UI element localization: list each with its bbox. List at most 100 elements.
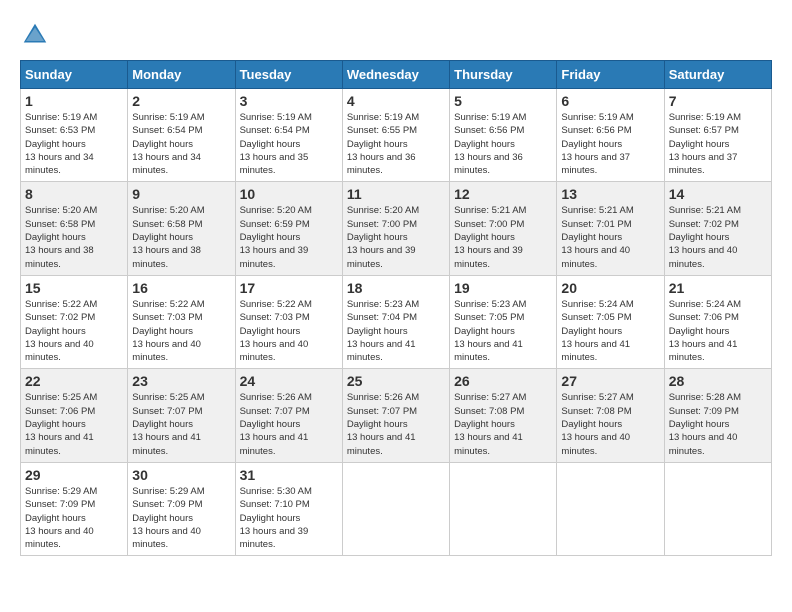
day-info: Sunrise: 5:23 AM Sunset: 7:04 PM Dayligh… xyxy=(347,298,445,364)
day-number: 27 xyxy=(561,373,659,389)
day-info: Sunrise: 5:19 AM Sunset: 6:56 PM Dayligh… xyxy=(561,111,659,177)
logo xyxy=(20,20,54,50)
calendar-week-2: 8 Sunrise: 5:20 AM Sunset: 6:58 PM Dayli… xyxy=(21,182,772,275)
calendar-cell xyxy=(664,462,771,555)
day-info: Sunrise: 5:20 AM Sunset: 6:58 PM Dayligh… xyxy=(25,204,123,270)
calendar-cell: 20 Sunrise: 5:24 AM Sunset: 7:05 PM Dayl… xyxy=(557,275,664,368)
calendar-cell: 6 Sunrise: 5:19 AM Sunset: 6:56 PM Dayli… xyxy=(557,89,664,182)
day-info: Sunrise: 5:26 AM Sunset: 7:07 PM Dayligh… xyxy=(240,391,338,457)
day-info: Sunrise: 5:27 AM Sunset: 7:08 PM Dayligh… xyxy=(454,391,552,457)
calendar-cell: 17 Sunrise: 5:22 AM Sunset: 7:03 PM Dayl… xyxy=(235,275,342,368)
day-number: 26 xyxy=(454,373,552,389)
logo-icon xyxy=(20,20,50,50)
day-info: Sunrise: 5:22 AM Sunset: 7:02 PM Dayligh… xyxy=(25,298,123,364)
day-number: 4 xyxy=(347,93,445,109)
calendar-cell xyxy=(342,462,449,555)
calendar-cell: 12 Sunrise: 5:21 AM Sunset: 7:00 PM Dayl… xyxy=(450,182,557,275)
calendar-cell: 27 Sunrise: 5:27 AM Sunset: 7:08 PM Dayl… xyxy=(557,369,664,462)
day-info: Sunrise: 5:21 AM Sunset: 7:00 PM Dayligh… xyxy=(454,204,552,270)
day-header-saturday: Saturday xyxy=(664,61,771,89)
day-header-monday: Monday xyxy=(128,61,235,89)
calendar-cell: 16 Sunrise: 5:22 AM Sunset: 7:03 PM Dayl… xyxy=(128,275,235,368)
day-info: Sunrise: 5:21 AM Sunset: 7:02 PM Dayligh… xyxy=(669,204,767,270)
day-info: Sunrise: 5:19 AM Sunset: 6:53 PM Dayligh… xyxy=(25,111,123,177)
calendar-cell: 7 Sunrise: 5:19 AM Sunset: 6:57 PM Dayli… xyxy=(664,89,771,182)
day-info: Sunrise: 5:22 AM Sunset: 7:03 PM Dayligh… xyxy=(132,298,230,364)
day-number: 3 xyxy=(240,93,338,109)
day-number: 31 xyxy=(240,467,338,483)
day-info: Sunrise: 5:21 AM Sunset: 7:01 PM Dayligh… xyxy=(561,204,659,270)
calendar-table: SundayMondayTuesdayWednesdayThursdayFrid… xyxy=(20,60,772,556)
day-number: 17 xyxy=(240,280,338,296)
calendar-cell: 26 Sunrise: 5:27 AM Sunset: 7:08 PM Dayl… xyxy=(450,369,557,462)
calendar-week-5: 29 Sunrise: 5:29 AM Sunset: 7:09 PM Dayl… xyxy=(21,462,772,555)
day-number: 28 xyxy=(669,373,767,389)
day-number: 9 xyxy=(132,186,230,202)
calendar-cell: 3 Sunrise: 5:19 AM Sunset: 6:54 PM Dayli… xyxy=(235,89,342,182)
day-info: Sunrise: 5:19 AM Sunset: 6:54 PM Dayligh… xyxy=(240,111,338,177)
calendar-cell: 5 Sunrise: 5:19 AM Sunset: 6:56 PM Dayli… xyxy=(450,89,557,182)
day-info: Sunrise: 5:29 AM Sunset: 7:09 PM Dayligh… xyxy=(25,485,123,551)
day-info: Sunrise: 5:19 AM Sunset: 6:55 PM Dayligh… xyxy=(347,111,445,177)
day-info: Sunrise: 5:27 AM Sunset: 7:08 PM Dayligh… xyxy=(561,391,659,457)
calendar-week-4: 22 Sunrise: 5:25 AM Sunset: 7:06 PM Dayl… xyxy=(21,369,772,462)
day-number: 15 xyxy=(25,280,123,296)
calendar-cell: 24 Sunrise: 5:26 AM Sunset: 7:07 PM Dayl… xyxy=(235,369,342,462)
day-info: Sunrise: 5:25 AM Sunset: 7:06 PM Dayligh… xyxy=(25,391,123,457)
calendar-week-3: 15 Sunrise: 5:22 AM Sunset: 7:02 PM Dayl… xyxy=(21,275,772,368)
calendar-cell: 28 Sunrise: 5:28 AM Sunset: 7:09 PM Dayl… xyxy=(664,369,771,462)
header xyxy=(20,20,772,50)
day-number: 5 xyxy=(454,93,552,109)
day-number: 12 xyxy=(454,186,552,202)
day-number: 19 xyxy=(454,280,552,296)
day-info: Sunrise: 5:24 AM Sunset: 7:05 PM Dayligh… xyxy=(561,298,659,364)
day-number: 10 xyxy=(240,186,338,202)
calendar-cell: 14 Sunrise: 5:21 AM Sunset: 7:02 PM Dayl… xyxy=(664,182,771,275)
calendar-cell: 29 Sunrise: 5:29 AM Sunset: 7:09 PM Dayl… xyxy=(21,462,128,555)
day-number: 8 xyxy=(25,186,123,202)
calendar-cell: 30 Sunrise: 5:29 AM Sunset: 7:09 PM Dayl… xyxy=(128,462,235,555)
calendar-cell: 31 Sunrise: 5:30 AM Sunset: 7:10 PM Dayl… xyxy=(235,462,342,555)
day-number: 1 xyxy=(25,93,123,109)
day-header-tuesday: Tuesday xyxy=(235,61,342,89)
day-number: 30 xyxy=(132,467,230,483)
calendar-cell: 18 Sunrise: 5:23 AM Sunset: 7:04 PM Dayl… xyxy=(342,275,449,368)
calendar-cell: 21 Sunrise: 5:24 AM Sunset: 7:06 PM Dayl… xyxy=(664,275,771,368)
day-number: 7 xyxy=(669,93,767,109)
day-info: Sunrise: 5:22 AM Sunset: 7:03 PM Dayligh… xyxy=(240,298,338,364)
calendar-cell: 8 Sunrise: 5:20 AM Sunset: 6:58 PM Dayli… xyxy=(21,182,128,275)
day-number: 22 xyxy=(25,373,123,389)
day-info: Sunrise: 5:19 AM Sunset: 6:57 PM Dayligh… xyxy=(669,111,767,177)
day-number: 6 xyxy=(561,93,659,109)
header-row: SundayMondayTuesdayWednesdayThursdayFrid… xyxy=(21,61,772,89)
calendar-cell: 25 Sunrise: 5:26 AM Sunset: 7:07 PM Dayl… xyxy=(342,369,449,462)
day-info: Sunrise: 5:24 AM Sunset: 7:06 PM Dayligh… xyxy=(669,298,767,364)
calendar-cell: 9 Sunrise: 5:20 AM Sunset: 6:58 PM Dayli… xyxy=(128,182,235,275)
calendar-week-1: 1 Sunrise: 5:19 AM Sunset: 6:53 PM Dayli… xyxy=(21,89,772,182)
day-info: Sunrise: 5:20 AM Sunset: 7:00 PM Dayligh… xyxy=(347,204,445,270)
day-number: 16 xyxy=(132,280,230,296)
day-number: 11 xyxy=(347,186,445,202)
day-info: Sunrise: 5:20 AM Sunset: 6:58 PM Dayligh… xyxy=(132,204,230,270)
day-number: 29 xyxy=(25,467,123,483)
day-header-thursday: Thursday xyxy=(450,61,557,89)
day-info: Sunrise: 5:20 AM Sunset: 6:59 PM Dayligh… xyxy=(240,204,338,270)
calendar-cell: 4 Sunrise: 5:19 AM Sunset: 6:55 PM Dayli… xyxy=(342,89,449,182)
calendar-cell: 22 Sunrise: 5:25 AM Sunset: 7:06 PM Dayl… xyxy=(21,369,128,462)
calendar-cell: 2 Sunrise: 5:19 AM Sunset: 6:54 PM Dayli… xyxy=(128,89,235,182)
calendar-cell: 19 Sunrise: 5:23 AM Sunset: 7:05 PM Dayl… xyxy=(450,275,557,368)
day-number: 18 xyxy=(347,280,445,296)
day-header-wednesday: Wednesday xyxy=(342,61,449,89)
calendar-cell: 11 Sunrise: 5:20 AM Sunset: 7:00 PM Dayl… xyxy=(342,182,449,275)
day-number: 21 xyxy=(669,280,767,296)
day-info: Sunrise: 5:19 AM Sunset: 6:56 PM Dayligh… xyxy=(454,111,552,177)
day-number: 25 xyxy=(347,373,445,389)
day-header-friday: Friday xyxy=(557,61,664,89)
day-info: Sunrise: 5:26 AM Sunset: 7:07 PM Dayligh… xyxy=(347,391,445,457)
calendar-cell: 1 Sunrise: 5:19 AM Sunset: 6:53 PM Dayli… xyxy=(21,89,128,182)
calendar-cell: 10 Sunrise: 5:20 AM Sunset: 6:59 PM Dayl… xyxy=(235,182,342,275)
day-info: Sunrise: 5:25 AM Sunset: 7:07 PM Dayligh… xyxy=(132,391,230,457)
day-number: 24 xyxy=(240,373,338,389)
day-number: 2 xyxy=(132,93,230,109)
day-info: Sunrise: 5:28 AM Sunset: 7:09 PM Dayligh… xyxy=(669,391,767,457)
